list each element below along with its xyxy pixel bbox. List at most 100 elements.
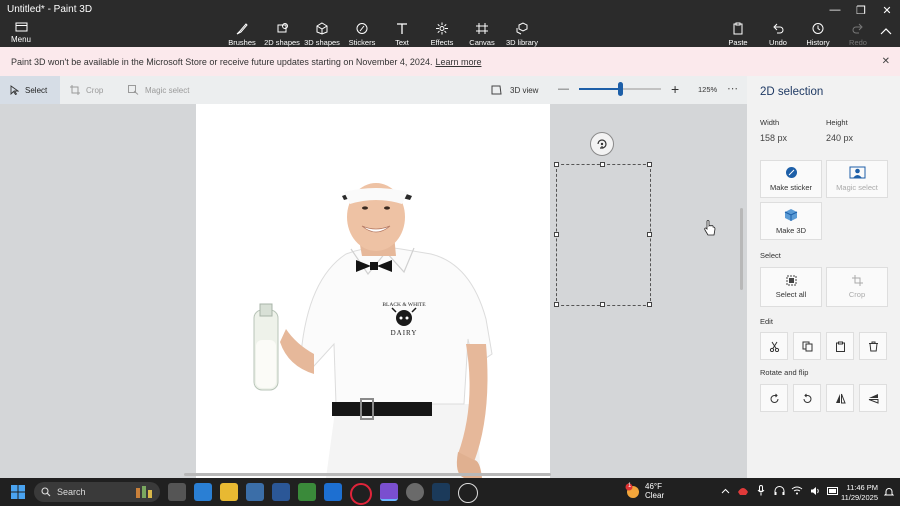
volume-icon[interactable] xyxy=(806,485,824,496)
width-field[interactable]: 158 px xyxy=(760,133,787,143)
crop-tool-button[interactable]: Crop xyxy=(70,76,103,104)
dairy-logo-line1: BLACK & WHITE xyxy=(382,302,426,308)
tool-label: Brushes xyxy=(228,38,256,47)
windows-start-icon[interactable] xyxy=(11,485,25,499)
canvas-icon xyxy=(476,23,488,34)
rotate-flip-section-heading: Rotate and flip xyxy=(760,368,809,377)
resize-handle-w[interactable] xyxy=(554,232,559,237)
weather-condition: Clear xyxy=(645,491,665,500)
winget-icon[interactable] xyxy=(298,483,316,501)
weather-widget[interactable]: 1 46°F Clear xyxy=(625,482,664,500)
chevron-up-icon[interactable] xyxy=(716,485,734,496)
menu-label: Menu xyxy=(10,35,31,44)
history-button[interactable]: History xyxy=(798,22,838,47)
tool-2d-shapes[interactable]: 2D shapes xyxy=(262,22,302,47)
word-icon[interactable] xyxy=(272,483,290,501)
resize-handle-se[interactable] xyxy=(647,302,652,307)
taskbar-search-box[interactable]: Search xyxy=(34,482,160,502)
obs-icon[interactable] xyxy=(458,483,478,503)
flip-horizontal-button[interactable] xyxy=(826,384,854,412)
resize-handle-e[interactable] xyxy=(647,232,652,237)
zoom-slider[interactable] xyxy=(579,82,661,96)
make-sticker-button[interactable]: Make sticker xyxy=(760,160,822,198)
resize-handle-sw[interactable] xyxy=(554,302,559,307)
calculator-icon[interactable] xyxy=(246,483,264,501)
taskbar-clock[interactable]: 11:46 PM 11/29/2025 xyxy=(841,483,878,503)
banner-message: Paint 3D won't be available in the Micro… xyxy=(11,56,433,67)
chevron-up-icon[interactable] xyxy=(880,27,892,35)
rotate-right-button[interactable] xyxy=(793,384,821,412)
crop-button[interactable]: Crop xyxy=(826,267,888,307)
side-panel: 2D selection Width 158 px Height 240 px … xyxy=(747,76,900,478)
tool-3d-library[interactable]: 3D library xyxy=(502,22,542,47)
drawing-canvas[interactable]: BLACK & WHITE DAIRY xyxy=(196,104,550,478)
microsoft-store-icon[interactable] xyxy=(194,483,212,501)
tool-3d-shapes[interactable]: 3D shapes xyxy=(302,22,342,47)
tool-effects[interactable]: Effects xyxy=(422,22,462,47)
headset-icon[interactable] xyxy=(770,485,788,496)
copy-button[interactable] xyxy=(793,332,821,360)
menu-button[interactable]: Menu xyxy=(9,22,33,44)
zoom-slider-thumb[interactable] xyxy=(617,82,623,96)
horizontal-scrollbar[interactable] xyxy=(184,473,551,476)
paste-panel-button[interactable] xyxy=(826,332,854,360)
file-explorer-icon[interactable] xyxy=(220,483,238,501)
resize-handle-s[interactable] xyxy=(600,302,605,307)
rotate-left-button[interactable] xyxy=(760,384,788,412)
minimize-button[interactable]: — xyxy=(822,0,848,20)
sticker-icon xyxy=(785,167,797,178)
tool-stickers[interactable]: Stickers xyxy=(342,22,382,47)
resize-handle-n[interactable] xyxy=(600,162,605,167)
paint3d-taskbar-icon[interactable] xyxy=(380,483,398,501)
delete-button[interactable] xyxy=(859,332,887,360)
close-icon[interactable]: ✕ xyxy=(882,56,890,67)
resize-handle-nw[interactable] xyxy=(554,162,559,167)
microphone-icon[interactable] xyxy=(752,485,770,496)
learn-more-link[interactable]: Learn more xyxy=(435,57,481,67)
close-button[interactable]: ✕ xyxy=(874,0,900,20)
settings-icon[interactable] xyxy=(406,483,424,501)
task-view-icon[interactable] xyxy=(168,483,186,501)
resize-handle-ne[interactable] xyxy=(647,162,652,167)
opera-icon[interactable] xyxy=(350,483,372,505)
undo-button[interactable]: Undo xyxy=(758,22,798,47)
zoom-in-icon[interactable]: + xyxy=(671,81,679,97)
redo-button[interactable]: Redo xyxy=(838,22,878,47)
3d-view-toggle[interactable]: 3D view xyxy=(491,76,538,104)
tool-brushes[interactable]: Brushes xyxy=(222,22,262,47)
magic-select-button[interactable]: Magic select xyxy=(826,160,888,198)
edit-section-heading: Edit xyxy=(760,317,773,326)
notification-bell-icon[interactable] xyxy=(884,487,894,497)
selection-rectangle[interactable] xyxy=(556,164,651,306)
paste-icon xyxy=(733,22,743,35)
cut-button[interactable] xyxy=(760,332,788,360)
vertical-scrollbar[interactable] xyxy=(740,208,743,290)
make-3d-button[interactable]: Make 3D xyxy=(760,202,822,240)
crop-icon xyxy=(70,85,80,95)
tool-text[interactable]: Text xyxy=(382,22,422,47)
steam-icon[interactable] xyxy=(432,483,450,501)
rotate-handle[interactable] xyxy=(590,132,614,156)
dairy-logo-line2: DAIRY xyxy=(391,329,418,337)
paste-button[interactable]: Paste xyxy=(718,22,758,47)
tool-canvas[interactable]: Canvas xyxy=(462,22,502,47)
search-highlight-icon xyxy=(136,486,152,498)
maximize-button[interactable]: ❐ xyxy=(848,0,874,20)
security-icon[interactable] xyxy=(734,485,752,496)
height-field[interactable]: 240 px xyxy=(826,133,853,143)
tool-label: Stickers xyxy=(348,38,376,47)
flip-vertical-button[interactable] xyxy=(859,384,887,412)
zoom-slider-fill xyxy=(579,88,620,90)
height-label: Height xyxy=(826,118,848,127)
app-blue-icon[interactable] xyxy=(324,483,342,501)
zoom-out-icon[interactable]: — xyxy=(558,83,569,95)
select-all-button[interactable]: Select all xyxy=(760,267,822,307)
redo-icon xyxy=(852,23,863,34)
undo-icon xyxy=(773,23,784,34)
battery-icon[interactable] xyxy=(824,485,842,496)
wifi-icon[interactable] xyxy=(788,485,806,496)
select-tool-button[interactable]: Select xyxy=(0,76,60,104)
more-options-icon[interactable]: ⋯ xyxy=(727,82,739,95)
workspace[interactable]: BLACK & WHITE DAIRY xyxy=(0,104,747,478)
magic-select-tool-button[interactable]: Magic select xyxy=(128,76,189,104)
